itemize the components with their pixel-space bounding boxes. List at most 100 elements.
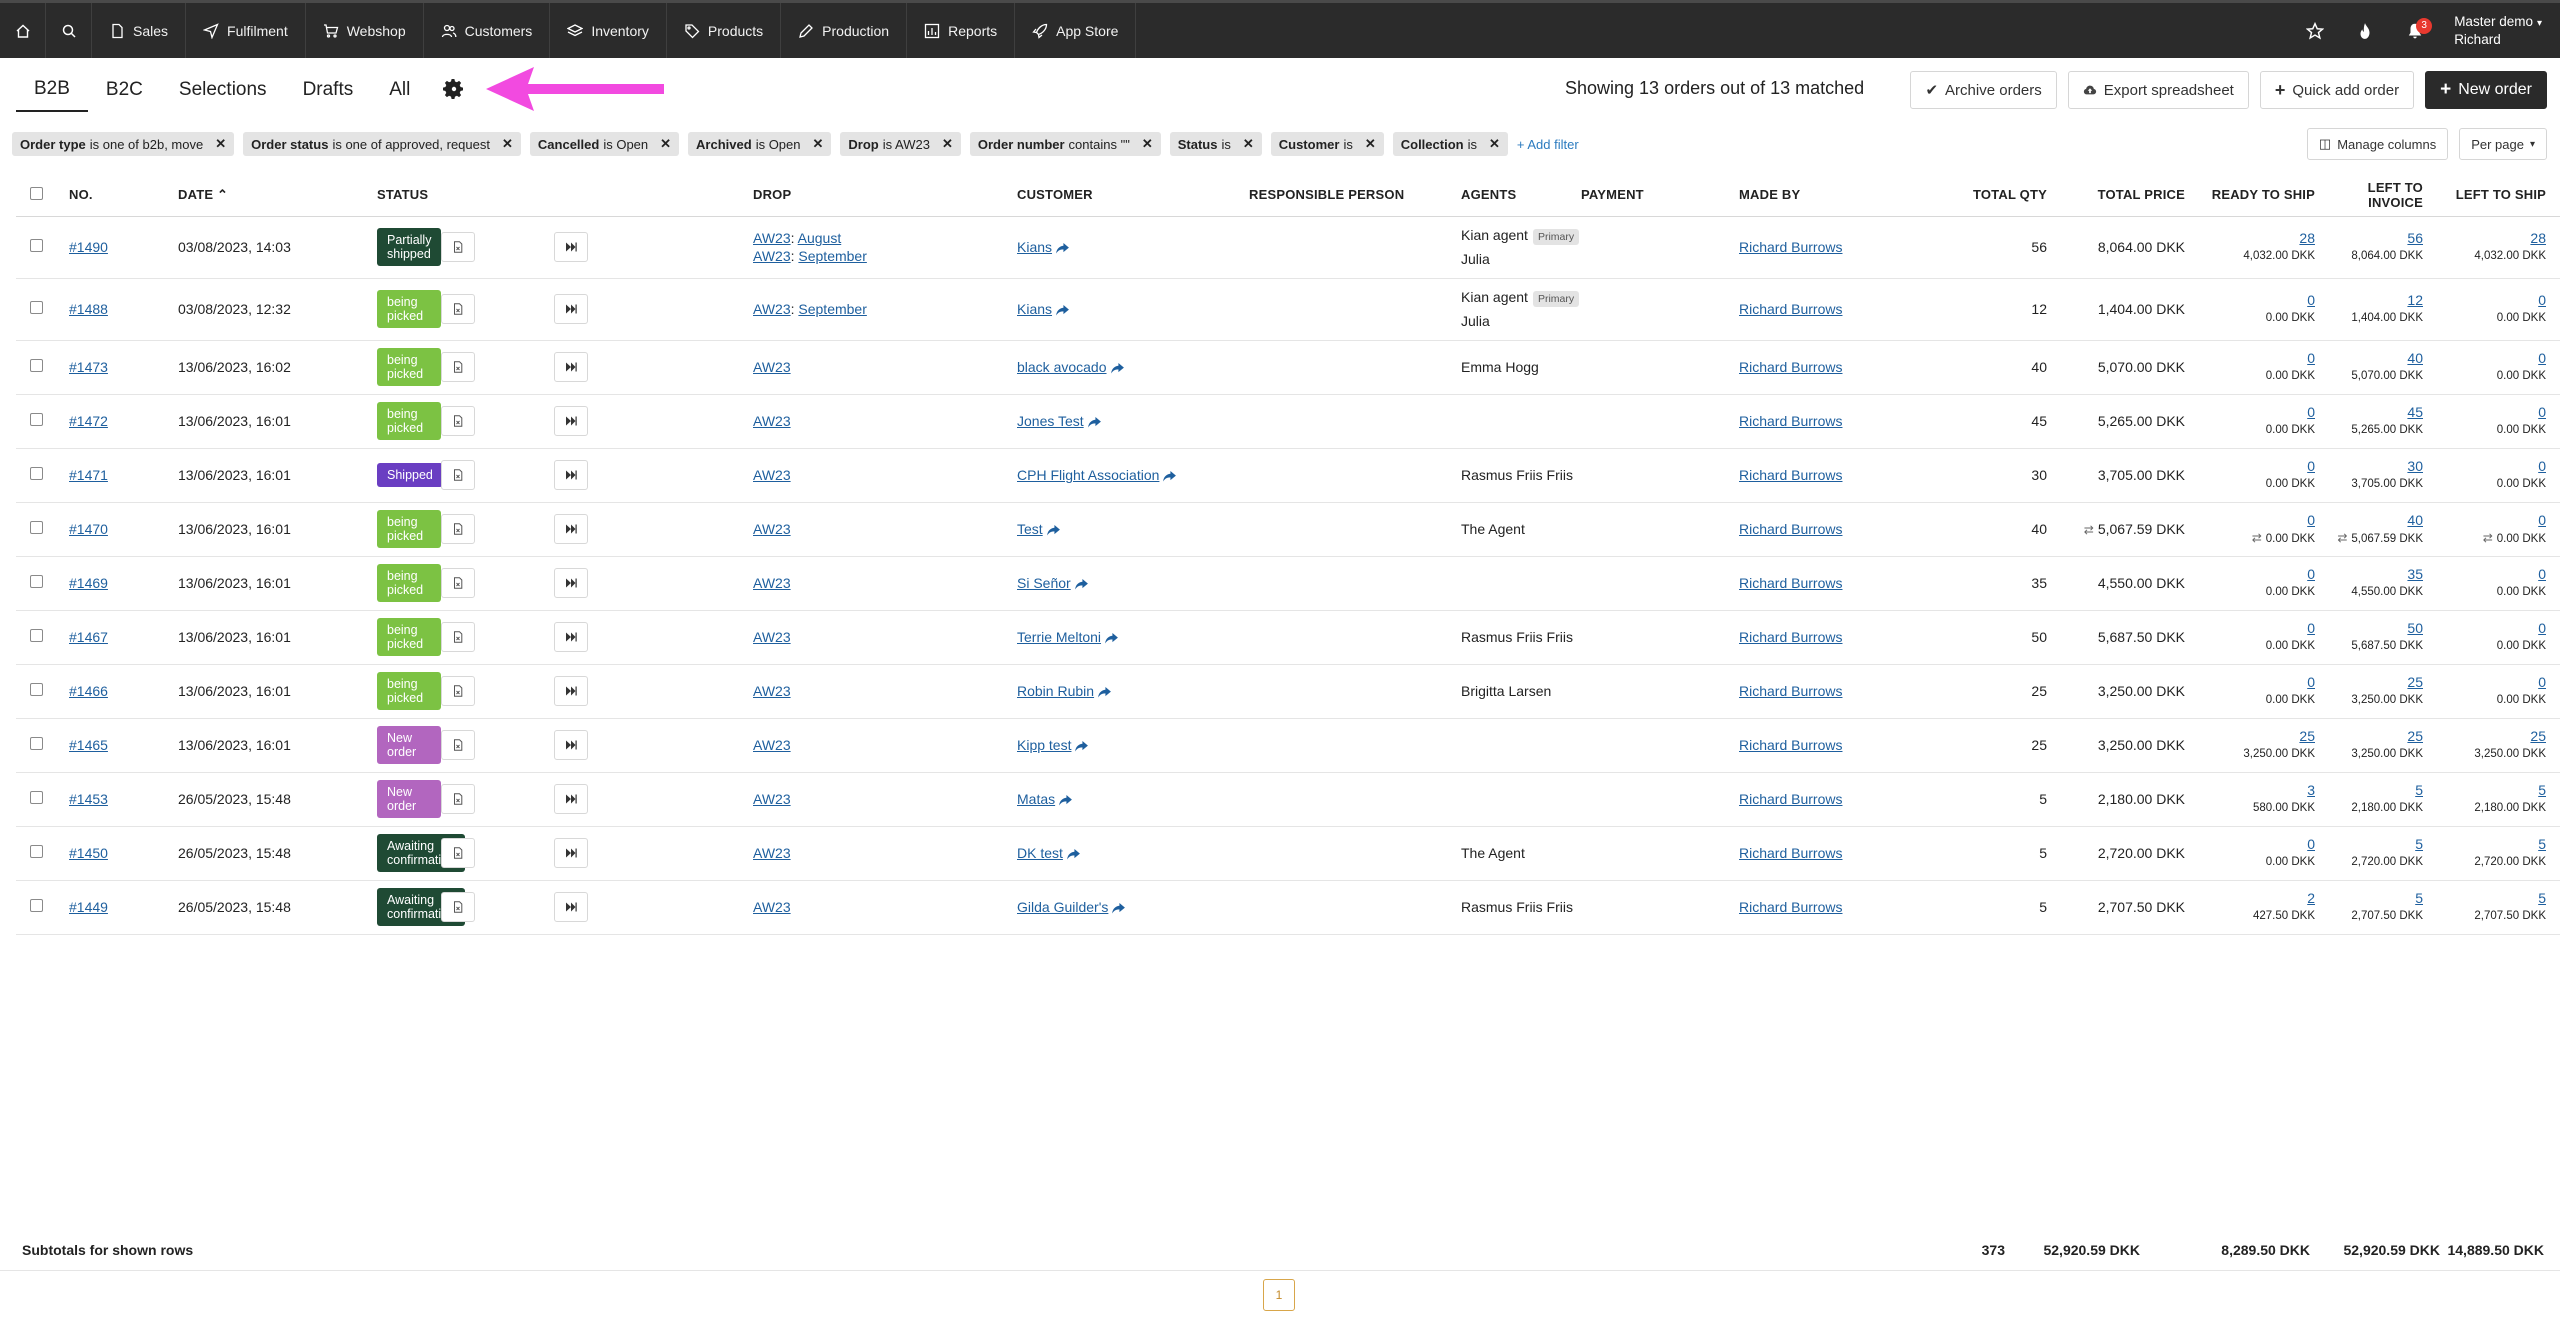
table-row[interactable]: #1467 13/06/2023, 16:01 being picked AW23 Te… (16, 610, 2560, 665)
made-by-link[interactable]: Richard Burrows (1739, 413, 1842, 429)
remove-filter-icon[interactable]: ✕ (1243, 136, 1254, 152)
made-by-link[interactable]: Richard Burrows (1739, 899, 1842, 915)
table-row[interactable]: #1465 13/06/2023, 16:01 New order AW23 Kipp … (16, 718, 2560, 773)
made-by-link[interactable]: Richard Burrows (1739, 521, 1842, 537)
customer-link[interactable]: CPH Flight Association (1017, 467, 1159, 483)
left-to-ship-qty-link[interactable]: 0 (2538, 674, 2546, 690)
col-header-date[interactable]: Date ⌃ (178, 174, 377, 217)
left-to-invoice-qty-link[interactable]: 25 (2407, 674, 2423, 690)
document-button[interactable] (441, 622, 475, 652)
order-number-link[interactable]: #1450 (69, 845, 108, 861)
remove-filter-icon[interactable]: ✕ (1365, 136, 1376, 152)
process-order-button[interactable] (554, 784, 588, 814)
drop-link[interactable]: AW23 (753, 683, 791, 699)
remove-filter-icon[interactable]: ✕ (660, 136, 671, 152)
col-header-made-by[interactable]: Made by (1739, 174, 1895, 217)
order-number-link[interactable]: #1465 (69, 737, 108, 753)
nav-item-products[interactable]: Products (667, 3, 782, 58)
document-button[interactable] (441, 232, 475, 262)
row-checkbox[interactable] (30, 467, 43, 480)
left-to-invoice-qty-link[interactable]: 5 (2415, 836, 2423, 852)
left-to-ship-qty-link[interactable]: 0 (2538, 512, 2546, 528)
filter-chip-order-number[interactable]: Order number contains "" ✕ (969, 132, 1161, 156)
customer-link[interactable]: Robin Rubin (1017, 683, 1094, 699)
process-order-button[interactable] (554, 352, 588, 382)
ready-to-ship-qty-link[interactable]: 0 (2307, 350, 2315, 366)
order-number-link[interactable]: #1472 (69, 413, 108, 429)
document-button[interactable] (441, 514, 475, 544)
left-to-ship-qty-link[interactable]: 0 (2538, 620, 2546, 636)
search-button[interactable] (46, 3, 92, 58)
drop-link[interactable]: AW23 (753, 230, 791, 246)
archive-orders-button[interactable]: ✔ Archive orders (1910, 71, 2057, 109)
left-to-invoice-qty-link[interactable]: 12 (2407, 292, 2423, 308)
drop-link[interactable]: AW23 (753, 413, 791, 429)
row-checkbox[interactable] (30, 575, 43, 588)
filter-chip-cancelled[interactable]: Cancelled is Open ✕ (529, 132, 680, 156)
filter-chip-collection[interactable]: Collection is ✕ (1392, 132, 1508, 156)
customer-link[interactable]: Si Señor (1017, 575, 1071, 591)
per-page-dropdown[interactable]: Per page ▾ (2459, 128, 2547, 160)
customer-link[interactable]: black avocado (1017, 359, 1107, 375)
share-icon[interactable] (1075, 737, 1089, 753)
filter-chip-status[interactable]: Status is ✕ (1169, 132, 1262, 156)
share-icon[interactable] (1046, 521, 1060, 537)
col-header-responsible[interactable]: Responsible person (1249, 174, 1461, 217)
table-row[interactable]: #1469 13/06/2023, 16:01 being picked AW23 Si… (16, 556, 2560, 611)
left-to-invoice-qty-link[interactable]: 45 (2407, 404, 2423, 420)
nav-item-webshop[interactable]: Webshop (306, 3, 424, 58)
nav-item-reports[interactable]: Reports (907, 3, 1016, 58)
export-spreadsheet-button[interactable]: Export spreadsheet (2067, 71, 2249, 109)
col-header-agents[interactable]: Agents (1461, 174, 1581, 217)
order-number-link[interactable]: #1453 (69, 791, 108, 807)
col-header-ready-to-ship[interactable]: Ready to ship (2185, 174, 2315, 217)
process-order-button[interactable] (554, 568, 588, 598)
nav-item-inventory[interactable]: Inventory (550, 3, 667, 58)
ready-to-ship-qty-link[interactable]: 0 (2307, 512, 2315, 528)
order-number-link[interactable]: #1470 (69, 521, 108, 537)
col-header-customer[interactable]: Customer (1017, 174, 1249, 217)
order-number-link[interactable]: #1469 (69, 575, 108, 591)
quick-add-order-button[interactable]: + Quick add order (2259, 71, 2415, 109)
left-to-ship-qty-link[interactable]: 25 (2530, 728, 2546, 744)
remove-filter-icon[interactable]: ✕ (215, 136, 226, 152)
customer-link[interactable]: Gilda Guilder's (1017, 899, 1108, 915)
table-row[interactable]: #1466 13/06/2023, 16:01 being picked AW23 Ro… (16, 664, 2560, 719)
table-row[interactable]: #1473 13/06/2023, 16:02 being picked AW23 bl… (16, 340, 2560, 395)
manage-columns-button[interactable]: ◫ Manage columns (2306, 128, 2449, 160)
table-row[interactable]: #1488 03/08/2023, 12:32 being picked AW23: … (16, 278, 2560, 341)
left-to-ship-qty-link[interactable]: 0 (2538, 458, 2546, 474)
row-checkbox[interactable] (30, 791, 43, 804)
made-by-link[interactable]: Richard Burrows (1739, 467, 1842, 483)
drop-link[interactable]: AW23 (753, 845, 791, 861)
tab-b2b[interactable]: B2B (16, 66, 88, 112)
nav-item-sales[interactable]: Sales (92, 3, 187, 58)
document-button[interactable] (441, 730, 475, 760)
ready-to-ship-qty-link[interactable]: 2 (2307, 890, 2315, 906)
document-button[interactable] (441, 352, 475, 382)
ready-to-ship-qty-link[interactable]: 25 (2299, 728, 2315, 744)
document-button[interactable] (441, 892, 475, 922)
process-order-button[interactable] (554, 294, 588, 324)
order-number-link[interactable]: #1449 (69, 899, 108, 915)
drop-delivery-link[interactable]: September (798, 301, 866, 317)
ready-to-ship-qty-link[interactable]: 0 (2307, 674, 2315, 690)
process-order-button[interactable] (554, 406, 588, 436)
ready-to-ship-qty-link[interactable]: 0 (2307, 566, 2315, 582)
document-button[interactable] (441, 676, 475, 706)
customer-link[interactable]: Kians (1017, 301, 1052, 317)
order-number-link[interactable]: #1488 (69, 301, 108, 317)
ready-to-ship-qty-link[interactable]: 0 (2307, 836, 2315, 852)
user-menu[interactable]: Master demo Richard ▾ (2440, 13, 2560, 49)
remove-filter-icon[interactable]: ✕ (1489, 136, 1500, 152)
tab-all[interactable]: All (371, 67, 428, 111)
left-to-ship-qty-link[interactable]: 5 (2538, 890, 2546, 906)
drop-link[interactable]: AW23 (753, 575, 791, 591)
left-to-invoice-qty-link[interactable]: 5 (2415, 782, 2423, 798)
row-checkbox[interactable] (30, 239, 43, 252)
col-header-drop[interactable]: Drop (753, 174, 1017, 217)
nav-item-app-store[interactable]: App Store (1015, 3, 1137, 58)
drop-link[interactable]: AW23 (753, 467, 791, 483)
customer-link[interactable]: Test (1017, 521, 1043, 537)
nav-item-fulfilment[interactable]: Fulfilment (186, 3, 306, 58)
